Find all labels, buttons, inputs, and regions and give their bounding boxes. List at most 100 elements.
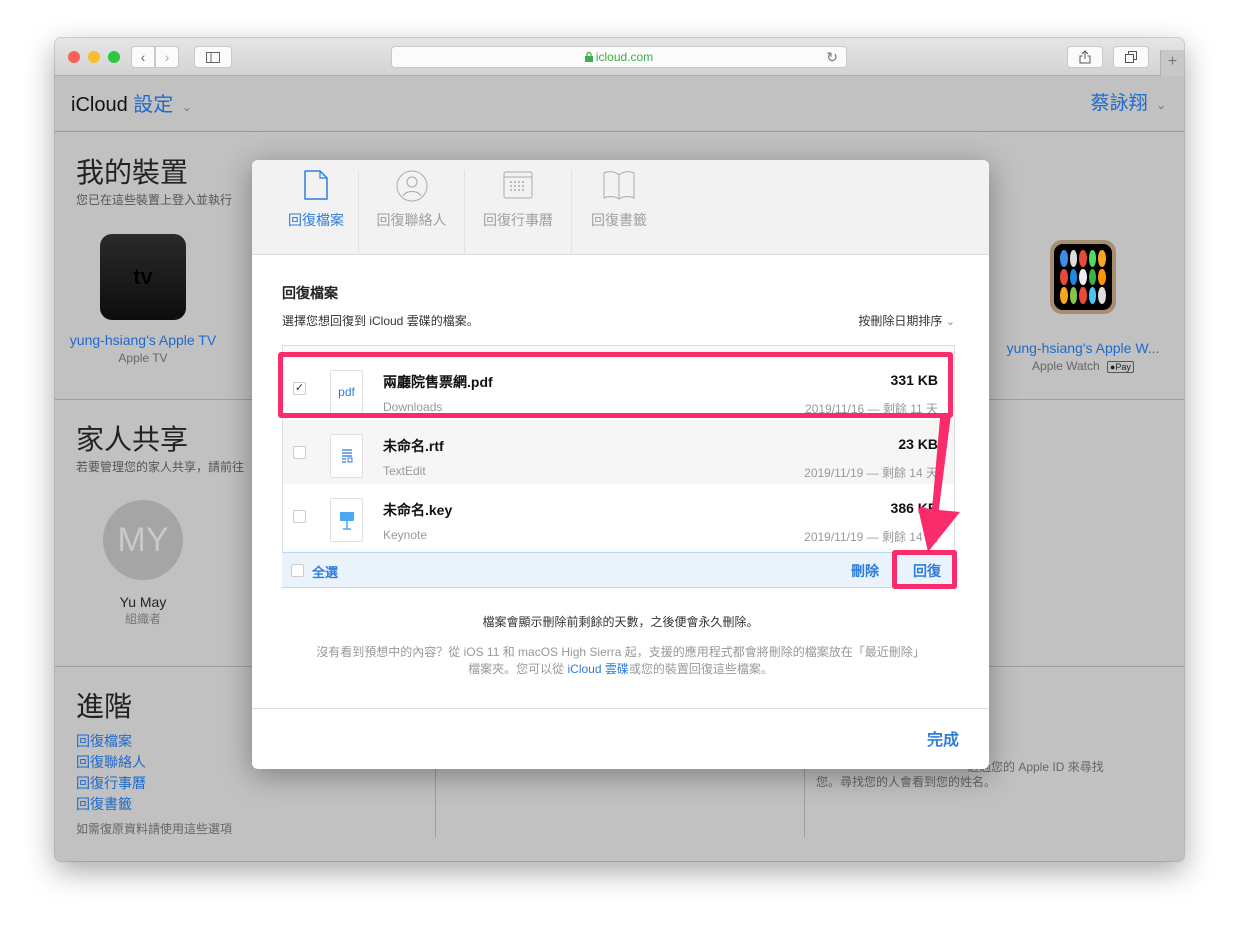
browser-toolbar: ‹ › icloud.com ↻ + xyxy=(55,38,1184,76)
chevron-left-icon: ‹ xyxy=(140,49,146,65)
user-menu[interactable]: 蔡詠翔 ⌄ xyxy=(1091,88,1166,115)
app-title[interactable]: iCloud 設定 ⌄ xyxy=(71,88,192,117)
device-type: Apple Watch ●Pay xyxy=(993,359,1173,373)
tab-label: 回復檔案 xyxy=(288,212,344,228)
advanced-note: 如需復原資料請使用這些選項 xyxy=(76,822,233,836)
reload-icon[interactable]: ↻ xyxy=(826,49,838,66)
address-bar[interactable]: icloud.com ↻ xyxy=(391,46,847,68)
dialog-subtitle: 選擇您想回復到 iCloud 雲碟的檔案。 xyxy=(282,314,479,328)
plus-icon: + xyxy=(1167,53,1178,70)
family-subtitle: 若要管理您的家人共享，請前往 xyxy=(76,460,245,474)
text-file-icon xyxy=(330,434,363,478)
file-checkbox[interactable] xyxy=(293,446,306,459)
sidebar-button[interactable] xyxy=(194,46,232,68)
forward-button[interactable]: › xyxy=(155,46,179,68)
tab-label: 回復書籤 xyxy=(591,212,647,228)
chevron-right-icon: › xyxy=(164,49,170,65)
device-name: yung-hsiang's Apple TV xyxy=(69,332,217,348)
checkmark-icon: ✓ xyxy=(294,382,305,394)
apple-pay-label: Pay xyxy=(1115,361,1131,372)
tabs-icon xyxy=(1125,51,1137,63)
done-button[interactable]: 完成 xyxy=(927,726,959,750)
file-checkbox[interactable] xyxy=(293,510,306,523)
new-tab-button[interactable]: + xyxy=(1160,50,1184,76)
member-role: 組織者 xyxy=(124,612,161,626)
icloud-drive-link[interactable]: iCloud 雲碟 xyxy=(567,662,628,676)
tab-restore-files[interactable]: 回復檔案 xyxy=(274,160,358,255)
section-name: 設定 xyxy=(133,94,174,116)
user-name: 蔡詠翔 xyxy=(1090,93,1148,114)
close-window-button[interactable] xyxy=(68,51,80,63)
tab-label: 回復行事曆 xyxy=(483,212,553,228)
tab-label: 回復聯絡人 xyxy=(376,212,447,228)
file-row[interactable]: ✓ pdf 兩廳院售票網.pdf Downloads 331 KB 2019/1… xyxy=(283,356,954,420)
file-source: TextEdit xyxy=(383,464,426,478)
file-checkbox[interactable]: ✓ xyxy=(293,382,306,395)
find-me-text-line2: 您。尋找您的人會看到您的姓名。 xyxy=(816,775,997,789)
recover-button[interactable]: 回復 xyxy=(913,561,941,581)
show-tabs-button[interactable] xyxy=(1113,46,1149,68)
delete-button[interactable]: 刪除 xyxy=(851,561,879,581)
chevron-down-icon: ⌄ xyxy=(1155,98,1166,112)
sort-label: 按刪除日期排序 xyxy=(858,314,943,328)
chevron-down-icon: ⌄ xyxy=(181,100,192,114)
share-icon xyxy=(1079,50,1091,64)
avatar: MY xyxy=(103,500,183,580)
sort-dropdown[interactable]: 按刪除日期排序 ⌄ xyxy=(858,312,955,329)
document-icon xyxy=(304,170,328,200)
file-source: Keynote xyxy=(383,528,428,542)
file-name: 未命名.key xyxy=(383,502,453,518)
calendar-icon xyxy=(503,171,533,199)
retention-note: 檔案會顯示刪除前剩餘的天數，之後便會永久刪除。 xyxy=(482,615,759,629)
keynote-file-icon xyxy=(330,498,363,542)
back-button[interactable]: ‹ xyxy=(131,46,155,68)
app-name: iCloud xyxy=(71,94,128,116)
zoom-window-button[interactable] xyxy=(108,51,120,63)
file-row[interactable]: 未命名.rtf TextEdit 23 KB 2019/11/19 — 剩餘 1… xyxy=(283,420,954,484)
minimize-window-button[interactable] xyxy=(88,51,100,63)
devices-title: 我的裝置 xyxy=(76,157,189,188)
advanced-title: 進階 xyxy=(76,691,133,722)
file-date: 2019/11/19 — 剩餘 14 天 xyxy=(804,466,938,480)
member-name: Yu May xyxy=(119,594,167,610)
device-apple-tv[interactable]: tv yung-hsiang's Apple TV Apple TV xyxy=(63,234,223,365)
file-size: 23 KB xyxy=(898,436,938,452)
bookmark-book-icon xyxy=(603,171,635,200)
select-all-label[interactable]: 全選 xyxy=(312,562,338,581)
lock-icon xyxy=(584,52,593,62)
url-text: icloud.com xyxy=(595,50,654,64)
device-type-label: Apple Watch xyxy=(1032,359,1100,373)
family-member[interactable]: MY Yu May 組織者 xyxy=(63,500,223,627)
column-divider xyxy=(804,767,805,837)
select-all-checkbox[interactable] xyxy=(291,564,304,577)
sidebar-icon xyxy=(206,51,220,63)
file-size: 386 KB xyxy=(890,500,938,516)
share-button[interactable] xyxy=(1067,46,1103,68)
restore-bookmarks-link[interactable]: 回復書籤 xyxy=(76,794,146,815)
tab-restore-calendars[interactable]: 回復行事曆 xyxy=(465,160,571,255)
tab-restore-contacts[interactable]: 回復聯絡人 xyxy=(359,160,464,255)
devices-subtitle: 您已在這些裝置上登入並執行 xyxy=(76,193,233,207)
restore-calendars-link[interactable]: 回復行事曆 xyxy=(76,773,146,794)
file-size: 331 KB xyxy=(890,372,938,388)
advanced-links: 回復檔案 回復聯絡人 回復行事曆 回復書籤 xyxy=(76,731,146,815)
file-date: 2019/11/19 — 剩餘 14 天 xyxy=(804,530,938,544)
file-name: 未命名.rtf xyxy=(383,438,444,454)
app-header: iCloud 設定 ⌄ 蔡詠翔 ⌄ xyxy=(55,76,1184,132)
file-source: Downloads xyxy=(383,400,443,414)
apple-watch-image xyxy=(1050,240,1116,314)
device-apple-watch[interactable]: yung-hsiang's Apple W... Apple Watch ●Pa… xyxy=(993,240,1173,373)
pdf-file-icon: pdf xyxy=(330,370,363,414)
apple-tv-image: tv xyxy=(100,234,186,320)
restore-contacts-link[interactable]: 回復聯絡人 xyxy=(76,752,146,773)
chevron-down-icon: ⌄ xyxy=(945,316,955,328)
dialog-divider xyxy=(252,708,989,709)
restore-files-link[interactable]: 回復檔案 xyxy=(76,731,146,752)
device-name: yung-hsiang's Apple W... xyxy=(1006,340,1160,356)
file-row[interactable]: 未命名.key Keynote 386 KB 2019/11/19 — 剩餘 1… xyxy=(283,484,954,548)
column-divider xyxy=(435,767,436,837)
restore-files-dialog: 回復檔案 回復聯絡人 回復行事曆 回復書籤 回復檔案 選擇您想回復到 iClou… xyxy=(252,160,989,769)
file-date: 2019/11/16 — 剩餘 11 天 xyxy=(805,402,938,416)
help-note-text: 或您的裝置回復這些檔案。 xyxy=(628,662,773,676)
tab-restore-bookmarks[interactable]: 回復書籤 xyxy=(572,160,666,255)
